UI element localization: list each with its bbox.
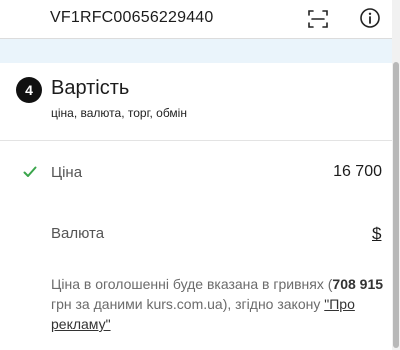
note-text-before: Ціна в оголошенні буде вказана в гривнях… — [51, 276, 333, 292]
note-text-middle: грн за даними kurs.com.ua), згідно закон… — [51, 296, 325, 312]
check-icon — [23, 165, 37, 179]
scrollbar[interactable] — [392, 0, 400, 350]
price-value[interactable]: 16 700 — [333, 163, 382, 181]
section-subtitle: ціна, валюта, торг, обмін — [51, 106, 187, 120]
vin-number: VF1RFC00656229440 — [50, 9, 214, 26]
scrollbar-thumb[interactable] — [393, 62, 399, 348]
price-label: Ціна — [51, 164, 83, 181]
currency-select[interactable]: $ — [372, 224, 381, 244]
vin-bar: VF1RFC00656229440 — [0, 0, 392, 39]
section-separator — [0, 39, 392, 63]
currency-note: Ціна в оголошенні буде вказана в гривнях… — [51, 274, 387, 334]
price-row[interactable]: Ціна 16 700 — [0, 153, 392, 193]
uah-amount: 708 915 — [332, 276, 384, 292]
currency-label: Валюта — [51, 225, 105, 242]
currency-row[interactable]: Валюта $ — [0, 214, 392, 254]
price-section: 4 Вартість ціна, валюта, торг, обмін Цін… — [0, 63, 392, 350]
step-number-badge: 4 — [16, 77, 42, 103]
scan-icon[interactable] — [306, 7, 330, 31]
divider — [0, 140, 392, 141]
info-icon[interactable] — [359, 7, 381, 29]
section-title: Вартість — [51, 77, 130, 99]
